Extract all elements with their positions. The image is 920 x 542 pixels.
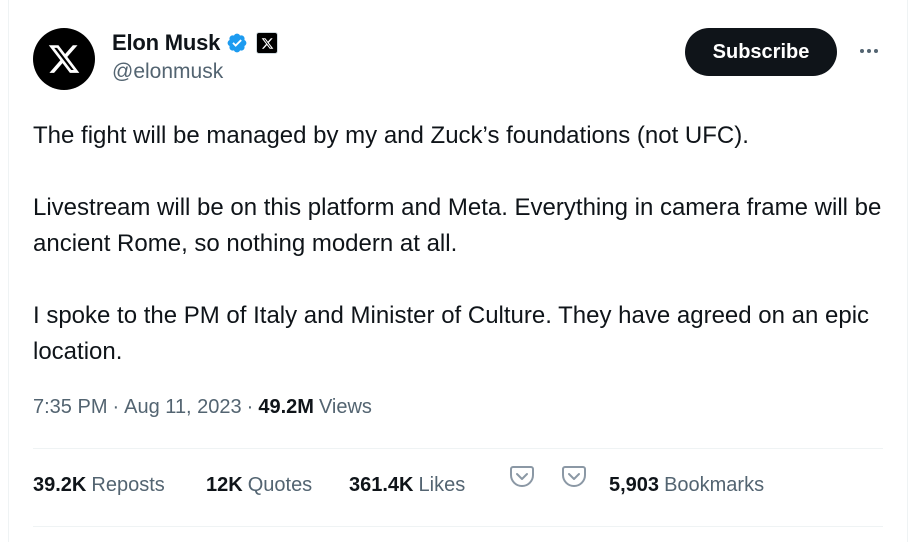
quotes-stat[interactable]: 12K Quotes — [206, 474, 312, 497]
likes-stat[interactable]: 361.4K Likes — [349, 474, 465, 497]
tweet-paragraph: The fight will be managed by my and Zuck… — [33, 122, 749, 149]
tweet-meta: 7:35 PM · Aug 11, 2023 · 49.2M Views — [33, 396, 372, 419]
more-icon[interactable] — [855, 38, 883, 64]
meta-separator: · — [246, 396, 254, 418]
verified-badge-icon — [227, 33, 247, 53]
divider — [33, 526, 883, 527]
author-handle[interactable]: @elonmusk — [112, 60, 223, 84]
views-count: 49.2M — [258, 396, 314, 418]
subscribe-button[interactable]: Subscribe — [685, 28, 837, 76]
likes-label: Likes — [418, 474, 466, 496]
reposts-count: 39.2K — [33, 474, 87, 496]
bookmarks-stat[interactable]: 5,903 Bookmarks — [609, 474, 764, 497]
avatar[interactable] — [33, 28, 95, 90]
tweet-card: Elon Musk @elonmusk Subscribe The fight … — [8, 0, 908, 542]
author-name[interactable]: Elon Musk — [112, 30, 220, 56]
x-logo-icon — [48, 45, 80, 73]
tweet-text: The fight will be managed by my and Zuck… — [33, 118, 893, 370]
quotes-label: Quotes — [247, 474, 313, 496]
reposts-stat[interactable]: 39.2K Reposts — [33, 474, 165, 497]
pocket-icon[interactable] — [509, 464, 535, 488]
tweet-paragraph: Livestream will be on this platform and … — [33, 194, 882, 257]
quotes-count: 12K — [206, 474, 243, 496]
meta-separator: · — [112, 396, 120, 418]
x-affiliate-icon[interactable] — [256, 32, 279, 54]
pocket-icon[interactable] — [561, 464, 587, 488]
reposts-label: Reposts — [91, 474, 165, 496]
tweet-time[interactable]: 7:35 PM — [33, 396, 107, 419]
divider — [33, 448, 883, 449]
views-label: Views — [318, 396, 372, 418]
author-name-row: Elon Musk — [112, 29, 279, 57]
likes-count: 361.4K — [349, 474, 414, 496]
bookmarks-count: 5,903 — [609, 474, 660, 496]
tweet-date[interactable]: Aug 11, 2023 — [124, 396, 242, 419]
bookmarks-label: Bookmarks — [664, 474, 765, 496]
tweet-paragraph: I spoke to the PM of Italy and Minister … — [33, 302, 870, 365]
